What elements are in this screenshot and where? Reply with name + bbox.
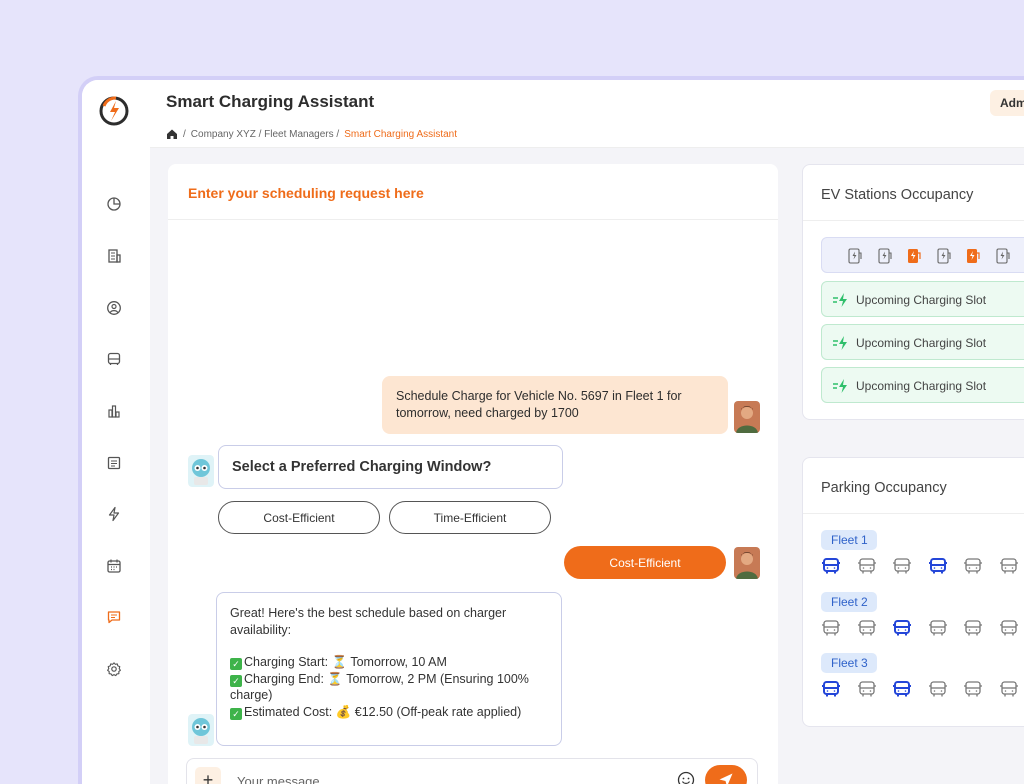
breadcrumb-path[interactable]: Company XYZ / Fleet Managers /: [191, 129, 339, 140]
bus-free-icon[interactable]: [857, 557, 877, 575]
bus-free-icon[interactable]: [963, 680, 983, 698]
station-free-icon[interactable]: [848, 248, 862, 264]
check-icon: ✓: [230, 658, 242, 670]
bot-avatar: [188, 714, 214, 746]
station-occupied-icon[interactable]: [966, 248, 980, 264]
station-free-icon[interactable]: [995, 248, 1010, 264]
fleet-tag: Fleet 2: [821, 591, 877, 612]
check-icon: ✓: [230, 707, 242, 720]
answer-line: Charging End: ⏳ Tomorrow, 2 PM (Ensuring…: [230, 671, 529, 703]
chat-header: Enter your scheduling request here: [168, 164, 778, 220]
bot-answer-message: Great! Here's the best schedule based on…: [216, 592, 562, 746]
bus-free-icon[interactable]: [928, 619, 948, 637]
station-free-icon[interactable]: [936, 248, 951, 264]
upcoming-slot-label: Upcoming Charging Slot: [856, 293, 987, 307]
bus-free-icon[interactable]: [999, 619, 1019, 637]
user-avatar: [734, 547, 760, 579]
bus-free-icon[interactable]: [857, 680, 877, 698]
fleet-tag: Fleet 1: [821, 530, 877, 550]
bus-free-icon[interactable]: [999, 680, 1019, 698]
user-avatar: [734, 401, 760, 433]
admin-button[interactable]: Admin: [990, 90, 1024, 116]
answer-line: Charging Start: ⏳ Tomorrow, 10 AM: [244, 655, 447, 669]
user-message: Schedule Charge for Vehicle No. 5697 in …: [382, 376, 728, 434]
bus-free-icon[interactable]: [963, 557, 983, 575]
ev-stations-title: EV Stations Occupancy: [803, 165, 1024, 221]
bot-question: Select a Preferred Charging Window?: [218, 445, 563, 489]
upcoming-slot-label: Upcoming Charging Slot: [856, 336, 987, 350]
logo-icon: [99, 96, 129, 126]
page-title: Smart Charging Assistant: [166, 92, 375, 111]
bus-free-icon[interactable]: [928, 680, 948, 698]
parking-card: Parking Occupancy Fleet 1 Fleet 2 Fleet 3: [802, 457, 1024, 727]
bus-icon[interactable]: [104, 349, 124, 369]
main-content: Enter your scheduling request here Sched…: [150, 148, 1024, 784]
bus-occupied-icon[interactable]: [821, 680, 841, 698]
charging-slot-icon: [833, 336, 847, 350]
settings-icon[interactable]: [104, 659, 124, 679]
sidebar: [82, 80, 150, 784]
attach-plus-button[interactable]: +: [195, 767, 221, 784]
bus-occupied-icon[interactable]: [928, 557, 948, 575]
station-occupied-icon[interactable]: [907, 248, 921, 264]
bus-free-icon[interactable]: [999, 557, 1019, 575]
app-window: Smart Charging Assistant / Company XYZ /…: [78, 76, 1024, 784]
bus-occupied-icon[interactable]: [892, 619, 912, 637]
lightning-icon[interactable]: [104, 504, 124, 524]
station-free-icon[interactable]: [877, 248, 892, 264]
bus-occupied-icon[interactable]: [892, 680, 912, 698]
option-cost-efficient-button[interactable]: Cost-Efficient: [218, 501, 380, 534]
ev-stations-card: EV Stations Occupancy Upcoming Charging …: [802, 164, 1024, 420]
breadcrumb-separator: /: [183, 128, 186, 140]
calendar-icon[interactable]: [104, 556, 124, 576]
message-composer: +: [186, 758, 758, 784]
upcoming-slot[interactable]: Upcoming Charging Slot: [821, 367, 1024, 403]
bot-avatar: [188, 455, 214, 487]
topbar: Smart Charging Assistant / Company XYZ /…: [150, 80, 1024, 148]
user-choice-message: Cost-Efficient: [564, 546, 726, 579]
bar-chart-icon[interactable]: [104, 401, 124, 421]
bus-free-icon[interactable]: [892, 557, 912, 575]
bus-free-icon[interactable]: [857, 619, 877, 637]
ev-stations-strip: [821, 237, 1024, 273]
chat-panel: Enter your scheduling request here Sched…: [168, 164, 778, 784]
bus-free-icon[interactable]: [963, 619, 983, 637]
parking-title: Parking Occupancy: [803, 458, 1024, 514]
upcoming-slot[interactable]: Upcoming Charging Slot: [821, 281, 1024, 317]
check-icon: ✓: [230, 674, 242, 687]
upcoming-slot[interactable]: Upcoming Charging Slot: [821, 324, 1024, 360]
bus-occupied-icon[interactable]: [821, 557, 841, 575]
answer-intro: Great! Here's the best schedule based on…: [230, 606, 507, 637]
emoji-icon[interactable]: [677, 771, 695, 784]
send-icon: [719, 773, 733, 784]
fleet-tag: Fleet 3: [821, 653, 877, 673]
dashboard-pie-icon[interactable]: [104, 194, 124, 214]
bus-free-icon[interactable]: [821, 619, 841, 637]
home-icon[interactable]: [166, 128, 178, 140]
breadcrumb: / Company XYZ / Fleet Managers / Smart C…: [166, 128, 457, 140]
upcoming-slot-label: Upcoming Charging Slot: [856, 379, 987, 393]
charging-slot-icon: [833, 293, 847, 307]
send-button[interactable]: [705, 765, 747, 784]
option-time-efficient-button[interactable]: Time-Efficient: [389, 501, 551, 534]
user-circle-icon[interactable]: [104, 298, 124, 318]
document-icon[interactable]: [104, 453, 124, 473]
breadcrumb-current: Smart Charging Assistant: [344, 128, 458, 140]
answer-line: Estimated Cost: 💰 €12.50 (Off-peak rate …: [244, 704, 522, 719]
charging-slot-icon: [833, 379, 847, 393]
message-input[interactable]: [237, 769, 617, 784]
building-icon[interactable]: [104, 246, 124, 266]
chat-icon[interactable]: [104, 607, 124, 627]
